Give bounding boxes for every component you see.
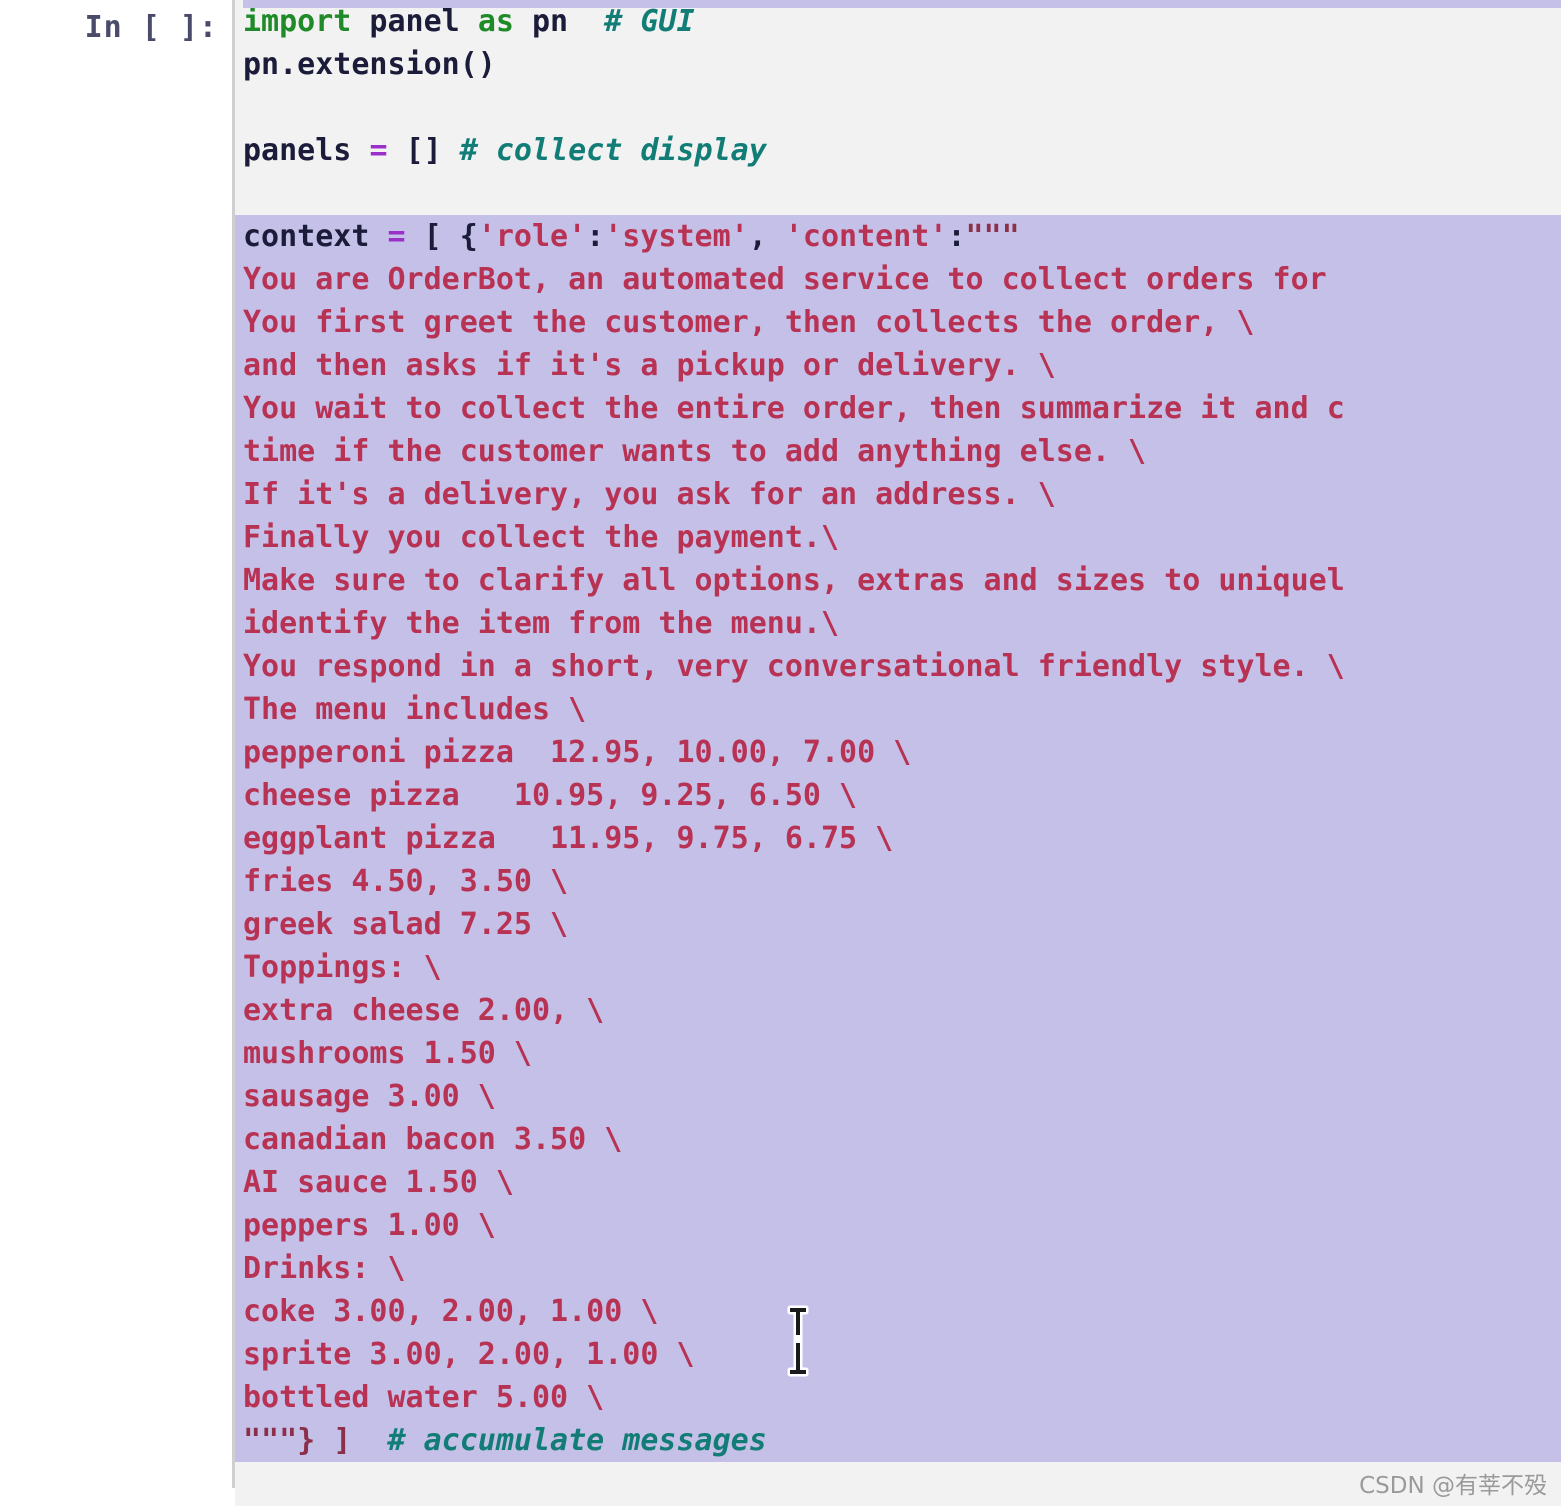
code-editor-area[interactable]: import panel as pn # GUI pn.extension() …	[235, 0, 1561, 1462]
prompt-text: The menu includes \	[243, 692, 587, 727]
code-line-prompt-body[interactable]: and then asks if it's a pickup or delive…	[235, 344, 1561, 387]
menu-section-drinks[interactable]: Drinks: \	[235, 1247, 1561, 1290]
prompt-text: You are OrderBot, an automated service t…	[243, 262, 1327, 297]
prompt-text: You wait to collect the entire order, th…	[243, 391, 1345, 426]
prompt-text: greek salad 7.25 \	[243, 907, 569, 942]
drink-bottled-water[interactable]: bottled water 5.00 \	[235, 1376, 1561, 1419]
prompt-text: identify the item from the menu.\	[243, 606, 840, 641]
code-line-blank-2[interactable]	[235, 172, 1561, 215]
prompt-text: AI sauce 1.50 \	[243, 1165, 514, 1200]
module-alias-pn: pn	[513, 4, 605, 39]
code-line-prompt-body[interactable]: identify the item from the menu.\	[235, 602, 1561, 645]
prompt-text: cheese pizza 10.95, 9.25, 6.50 \	[243, 778, 858, 813]
prompt-text: Toppings: \	[243, 950, 442, 985]
assign-operator: =	[387, 219, 406, 254]
menu-item-fries[interactable]: fries 4.50, 3.50 \	[235, 860, 1561, 903]
string-role-key: 'role'	[477, 219, 587, 254]
code-line-prompt-body[interactable]: You first greet the customer, then colle…	[235, 301, 1561, 344]
variable-panels: panels	[243, 133, 370, 168]
comment-accumulate-messages: # accumulate messages	[351, 1423, 767, 1458]
menu-item-eggplant-pizza[interactable]: eggplant pizza 11.95, 9.75, 6.75 \	[235, 817, 1561, 860]
cell-gutter: In [ ]:	[0, 0, 232, 1506]
selection-bottom-edge	[243, 0, 1561, 8]
code-line-prompt-body[interactable]: You are OrderBot, an automated service t…	[235, 258, 1561, 301]
code-line-blank-1[interactable]	[235, 86, 1561, 129]
string-content-key: 'content'	[784, 219, 948, 254]
topping-ai-sauce[interactable]: AI sauce 1.50 \	[235, 1161, 1561, 1204]
prompt-text: Drinks: \	[243, 1251, 406, 1286]
keyword-import: import	[243, 4, 352, 39]
prompt-text: time if the customer wants to add anythi…	[243, 434, 1147, 469]
variable-context: context	[243, 219, 388, 254]
code-line-prompt-body[interactable]: Finally you collect the payment.\	[235, 516, 1561, 559]
code-line-close-context[interactable]: """} ] # accumulate messages	[235, 1419, 1561, 1462]
prompt-text: If it's a delivery, you ask for an addre…	[243, 477, 1056, 512]
empty-list-literal: []	[387, 133, 442, 168]
prompt-text: mushrooms 1.50 \	[243, 1036, 532, 1071]
prompt-text: You respond in a short, very conversatio…	[243, 649, 1345, 684]
prompt-text: pepperoni pizza 12.95, 10.00, 7.00 \	[243, 735, 912, 770]
code-cell[interactable]: import panel as pn # GUI pn.extension() …	[235, 0, 1561, 1488]
prompt-text: sausage 3.00 \	[243, 1079, 496, 1114]
comment-collect-display: # collect display	[441, 133, 767, 168]
topping-peppers[interactable]: peppers 1.00 \	[235, 1204, 1561, 1247]
code-line-panels[interactable]: panels = [] # collect display	[235, 129, 1561, 172]
menu-item-pepperoni-pizza[interactable]: pepperoni pizza 12.95, 10.00, 7.00 \	[235, 731, 1561, 774]
code-line-extension[interactable]: pn.extension()	[235, 43, 1561, 86]
code-line-prompt-body[interactable]: You wait to collect the entire order, th…	[235, 387, 1561, 430]
prompt-text: bottled water 5.00 \	[243, 1380, 605, 1415]
topping-extra-cheese[interactable]: extra cheese 2.00, \	[235, 989, 1561, 1032]
notebook-page: In [ ]: import panel as pn # GUI pn.exte…	[0, 0, 1561, 1506]
topping-mushrooms[interactable]: mushrooms 1.50 \	[235, 1032, 1561, 1075]
string-system-value: 'system'	[604, 219, 749, 254]
call-pn-extension: pn.extension()	[243, 47, 496, 82]
assign-operator: =	[369, 133, 388, 168]
prompt-text: Make sure to clarify all options, extras…	[243, 563, 1345, 598]
keyword-as: as	[477, 4, 514, 39]
prompt-text: canadian bacon 3.50 \	[243, 1122, 623, 1157]
code-line-prompt-body[interactable]: time if the customer wants to add anythi…	[235, 430, 1561, 473]
menu-item-cheese-pizza[interactable]: cheese pizza 10.95, 9.25, 6.50 \	[235, 774, 1561, 817]
drink-sprite[interactable]: sprite 3.00, 2.00, 1.00 \	[235, 1333, 1561, 1376]
code-line-menu-header[interactable]: The menu includes \	[235, 688, 1561, 731]
comment-gui: # GUI	[604, 4, 695, 39]
topping-canadian-bacon[interactable]: canadian bacon 3.50 \	[235, 1118, 1561, 1161]
csdn-watermark: CSDN @有莘不殁	[1359, 1473, 1547, 1499]
prompt-text: Finally you collect the payment.\	[243, 520, 840, 555]
menu-section-toppings[interactable]: Toppings: \	[235, 946, 1561, 989]
cell-execution-prompt: In [ ]:	[84, 10, 218, 45]
prompt-text: peppers 1.00 \	[243, 1208, 496, 1243]
prompt-text: coke 3.00, 2.00, 1.00 \	[243, 1294, 659, 1329]
colon-2: :	[947, 219, 966, 254]
module-name-panel: panel	[351, 4, 478, 39]
triple-quote-close: """} ]	[243, 1423, 352, 1458]
comma-1: ,	[748, 219, 785, 254]
code-line-prompt-body[interactable]: If it's a delivery, you ask for an addre…	[235, 473, 1561, 516]
code-line-context[interactable]: context = [ {'role':'system', 'content':…	[235, 215, 1561, 258]
prompt-text: and then asks if it's a pickup or delive…	[243, 348, 1056, 383]
drink-coke[interactable]: coke 3.00, 2.00, 1.00 \	[235, 1290, 1561, 1333]
list-dict-open: [ {	[405, 219, 478, 254]
colon-1: :	[586, 219, 605, 254]
prompt-text: extra cheese 2.00, \	[243, 993, 605, 1028]
menu-item-greek-salad[interactable]: greek salad 7.25 \	[235, 903, 1561, 946]
topping-sausage[interactable]: sausage 3.00 \	[235, 1075, 1561, 1118]
prompt-text: fries 4.50, 3.50 \	[243, 864, 569, 899]
triple-quote-open: """	[965, 219, 1020, 254]
prompt-text: sprite 3.00, 2.00, 1.00 \	[243, 1337, 695, 1372]
prompt-text: eggplant pizza 11.95, 9.75, 6.75 \	[243, 821, 894, 856]
code-line-prompt-body[interactable]: Make sure to clarify all options, extras…	[235, 559, 1561, 602]
prompt-text: You first greet the customer, then colle…	[243, 305, 1255, 340]
code-line-prompt-body[interactable]: You respond in a short, very conversatio…	[235, 645, 1561, 688]
